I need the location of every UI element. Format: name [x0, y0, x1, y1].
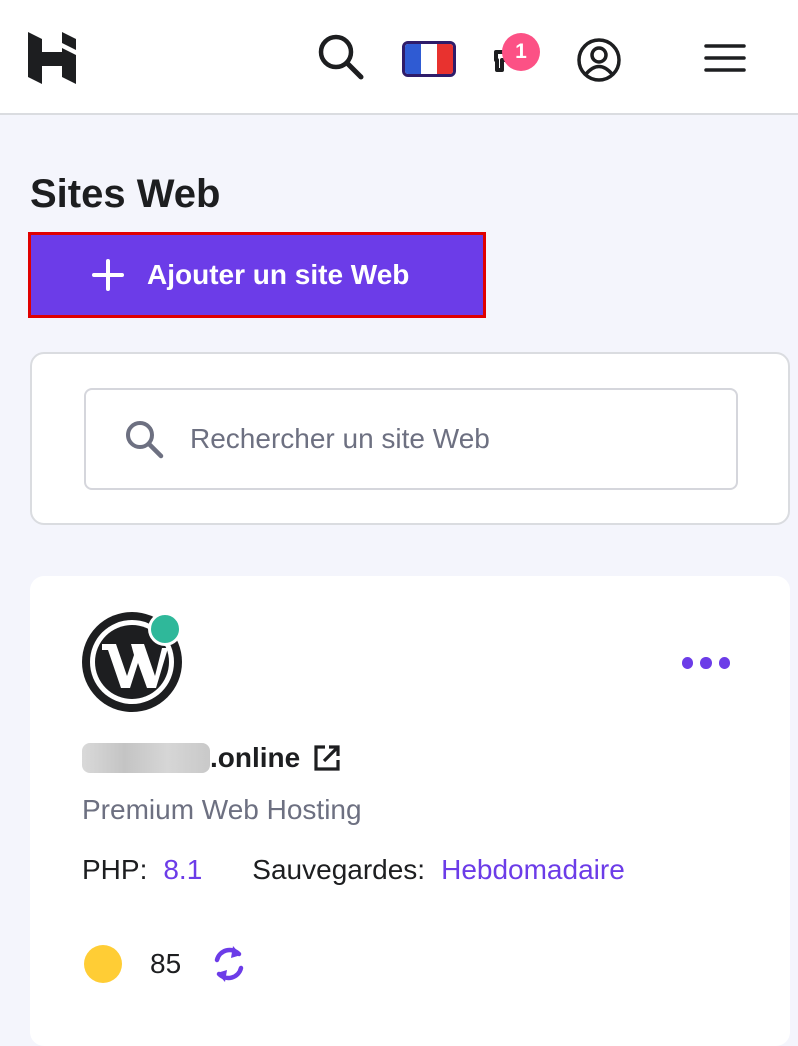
search-icon[interactable]: [316, 32, 364, 80]
refresh-icon[interactable]: [209, 942, 249, 986]
score-value: 85: [150, 948, 182, 979]
external-link-icon[interactable]: [312, 743, 342, 773]
top-navigation-bar: 1: [0, 0, 798, 115]
backups-frequency[interactable]: Hebdomadaire: [441, 854, 625, 886]
plus-icon: [91, 258, 125, 292]
hosting-plan: Premium Web Hosting: [82, 794, 362, 825]
score-indicator-dot: [84, 945, 122, 983]
language-flag-france-icon[interactable]: [402, 41, 456, 77]
backups-label: Sauvegardes:: [252, 854, 426, 885]
hostinger-logo-icon[interactable]: [28, 32, 76, 84]
php-label: PHP:: [82, 854, 148, 885]
more-options-icon[interactable]: [682, 654, 730, 672]
search-website-input[interactable]: [190, 423, 710, 455]
search-icon: [122, 417, 166, 461]
website-domain-link[interactable]: .online: [82, 742, 342, 774]
search-card: [30, 352, 790, 525]
notification-count-badge: 1: [502, 33, 540, 71]
domain-suffix: .online: [210, 742, 301, 773]
add-website-button[interactable]: Ajouter un site Web: [28, 232, 486, 318]
redacted-domain-name: [82, 743, 210, 773]
hamburger-menu-icon[interactable]: [702, 40, 748, 76]
page-title: Sites Web: [30, 172, 221, 216]
search-field[interactable]: [84, 388, 738, 490]
website-card: .online Premium Web Hosting PHP: 8.1 Sau…: [30, 576, 790, 1046]
performance-score: 85: [84, 942, 249, 986]
add-website-label: Ajouter un site Web: [147, 259, 410, 290]
php-version[interactable]: 8.1: [163, 854, 202, 886]
online-status-indicator: [148, 612, 182, 646]
website-details: PHP: 8.1 Sauvegardes: Hebdomadaire: [82, 854, 625, 886]
user-account-icon[interactable]: [576, 37, 622, 83]
